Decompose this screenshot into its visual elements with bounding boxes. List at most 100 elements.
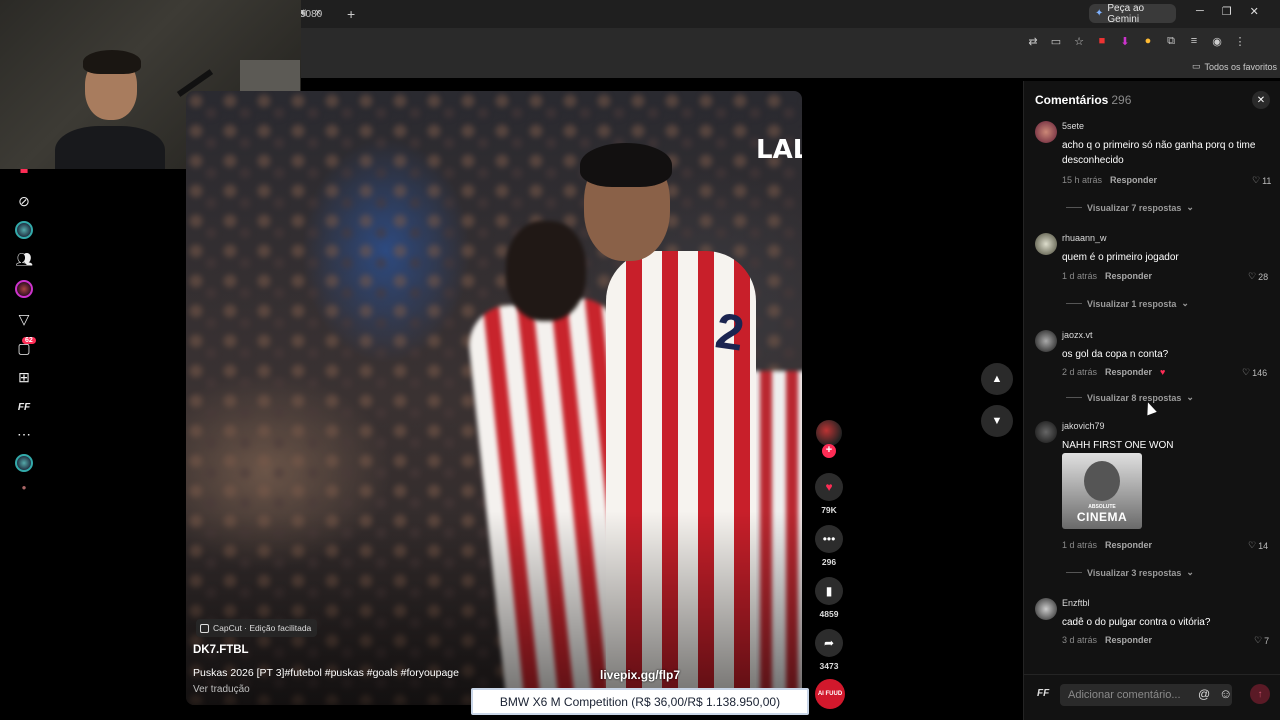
save-action[interactable]: ▮ 4859 <box>812 577 846 619</box>
save-count: 4859 <box>819 609 839 619</box>
friends-icon[interactable]: 👥︎ <box>15 250 33 268</box>
app-logo-icon[interactable]: FF <box>15 398 33 416</box>
bookmark-icon[interactable]: ▮ <box>815 577 843 605</box>
browser-menu-icon[interactable]: ⋮ <box>1233 34 1247 48</box>
replies-line <box>1066 397 1082 398</box>
view-replies-button[interactable]: Visualizar 7 respostas ⌄ <box>1066 202 1194 213</box>
video-player[interactable]: 2 LAL CapCut · Edição facilitada DK7.FTB… <box>186 91 802 705</box>
comment-avatar[interactable] <box>1035 421 1057 443</box>
liked-by-creator-icon: ♥ <box>1160 367 1166 377</box>
close-comments-button[interactable]: ✕ <box>1252 91 1270 109</box>
explore-compass-icon[interactable]: ⊘ <box>15 192 33 210</box>
profile-icon[interactable]: ◉ <box>1210 34 1224 48</box>
previous-video-button[interactable]: ▲ <box>981 363 1013 395</box>
creator-avatar[interactable] <box>816 420 842 446</box>
restore-icon[interactable]: ❐ <box>1222 5 1232 18</box>
comment-avatar[interactable] <box>1035 598 1057 620</box>
app-logo-icon: FF <box>1037 688 1050 699</box>
install-icon[interactable]: ▭ <box>1049 34 1063 48</box>
heart-outline-icon: ♡ <box>1242 367 1251 377</box>
color-extension-icon[interactable]: ● <box>1141 34 1155 48</box>
small-badge-icon: ● <box>21 482 27 492</box>
window-controls: ─ ❐ ✕ <box>1196 5 1259 18</box>
comment-avatar[interactable] <box>1035 330 1057 352</box>
comment-time: 1 d atrás <box>1062 540 1098 550</box>
upload-plus-icon[interactable]: ⊞ <box>15 368 33 386</box>
comment-meta: 2 d atrás Responder ♥ <box>1062 367 1165 377</box>
extensions-puzzle-icon[interactable]: ⧉ <box>1164 34 1178 48</box>
profile-avatar-icon[interactable] <box>15 454 33 472</box>
comment-like[interactable]: ♡ 14 <box>1248 540 1268 551</box>
translate-link[interactable]: Ver tradução <box>193 684 250 695</box>
gemini-button[interactable]: ✦ Peça ao Gemini <box>1089 3 1176 25</box>
comment-like[interactable]: ♡ 28 <box>1248 271 1268 282</box>
comment-bubble-icon[interactable]: ••• <box>815 525 843 553</box>
comment-time: 3 d atrás <box>1062 635 1098 645</box>
video-author[interactable]: DK7.FTBL <box>193 644 249 656</box>
comment-count: 296 <box>821 557 837 567</box>
comment-like[interactable]: ♡ 11 <box>1252 175 1271 186</box>
reply-button[interactable]: Responder <box>1105 635 1152 645</box>
comment-avatar[interactable] <box>1035 233 1057 255</box>
livepix-overlay: livepix.gg/flp7 <box>600 668 681 682</box>
sticker-big-text: CINEMA <box>1076 510 1128 524</box>
view-replies-label: Visualizar 8 respostas <box>1087 392 1182 403</box>
follow-plus-icon[interactable]: + <box>822 444 836 458</box>
view-replies-label: Visualizar 1 resposta <box>1087 298 1177 309</box>
like-action[interactable]: ♥ 79K <box>812 473 846 515</box>
comment-sticker[interactable]: ABSOLUTE CINEMA <box>1062 453 1142 529</box>
translate-icon[interactable]: ⇄ <box>1026 34 1040 48</box>
messages-badge: 62 <box>22 337 36 344</box>
next-video-button[interactable]: ▼ <box>981 405 1013 437</box>
window-close-icon[interactable]: ✕ <box>1250 5 1259 18</box>
reply-button[interactable]: Responder <box>1110 175 1157 185</box>
new-tab-button[interactable]: + <box>347 6 355 22</box>
reply-button[interactable]: Responder <box>1105 367 1152 377</box>
comment-username[interactable]: rhuaann_w <box>1062 233 1107 243</box>
following-avatar-icon[interactable] <box>15 221 33 239</box>
download-extension-icon[interactable]: ⬇ <box>1118 34 1132 48</box>
capcut-tag[interactable]: CapCut · Edição facilitada <box>196 619 318 637</box>
minimize-icon[interactable]: ─ <box>1196 5 1204 18</box>
chevron-down-icon: ⌄ <box>1186 392 1194 402</box>
comment-text: cadê o do pulgar contra o vitória? <box>1062 617 1211 628</box>
comment-input-row: FF @ ☺ ↑ <box>1024 674 1280 714</box>
gemini-sparkle-icon: ✦ <box>1095 8 1104 19</box>
comment-username[interactable]: Enzftbl <box>1062 598 1090 608</box>
comment-username[interactable]: jakovich79 <box>1062 421 1105 431</box>
comment-like-count: 11 <box>1262 175 1272 186</box>
comment-action[interactable]: ••• 296 <box>812 525 846 567</box>
media-control-icon[interactable]: ≡ <box>1187 34 1201 48</box>
view-replies-button[interactable]: Visualizar 8 respostas ⌄ <box>1066 392 1194 403</box>
comment-text: os gol da copa n conta? <box>1062 349 1169 360</box>
view-replies-button[interactable]: Visualizar 1 resposta ⌄ <box>1066 298 1189 309</box>
send-comment-button[interactable]: ↑ <box>1250 684 1270 704</box>
emoji-icon[interactable]: ☺ <box>1219 686 1232 701</box>
streamer <box>55 48 165 169</box>
reply-button[interactable]: Responder <box>1105 540 1152 550</box>
bookmark-star-icon[interactable]: ☆ <box>1072 34 1086 48</box>
view-replies-button[interactable]: Visualizar 3 respostas ⌄ <box>1066 567 1194 578</box>
all-bookmarks-button[interactable]: ▭ Todos os favoritos <box>1192 61 1277 72</box>
comment-username[interactable]: 5sete <box>1062 121 1084 131</box>
capcut-label: CapCut · Edição facilitada <box>213 623 312 633</box>
music-disc[interactable]: AI FUUD <box>815 679 845 709</box>
comment-avatar[interactable] <box>1035 121 1057 143</box>
extension-red-icon[interactable]: ■ <box>1095 34 1109 48</box>
comment-username[interactable]: jaozx.vt <box>1062 330 1093 340</box>
comment-like[interactable]: ♡ 146 <box>1242 367 1267 378</box>
chevron-down-icon: ▼ <box>991 415 1003 427</box>
more-icon[interactable]: ⋯ <box>15 425 33 443</box>
sticker-face <box>1084 461 1120 501</box>
live-avatar-icon[interactable] <box>15 280 33 298</box>
url-field[interactable]: 5080 <box>300 9 322 20</box>
comment-like[interactable]: ♡ 7 <box>1254 635 1269 646</box>
share-action[interactable]: ➦ 3473 <box>812 629 846 671</box>
mention-at-icon[interactable]: @ <box>1198 687 1210 701</box>
share-arrow-icon[interactable]: ➦ <box>815 629 843 657</box>
close-icon: ✕ <box>1256 94 1266 106</box>
heart-icon[interactable]: ♥ <box>815 473 843 501</box>
comment-like-count: 28 <box>1258 271 1269 282</box>
reply-button[interactable]: Responder <box>1105 271 1152 281</box>
messages-send-icon[interactable]: ▽ <box>15 310 33 328</box>
